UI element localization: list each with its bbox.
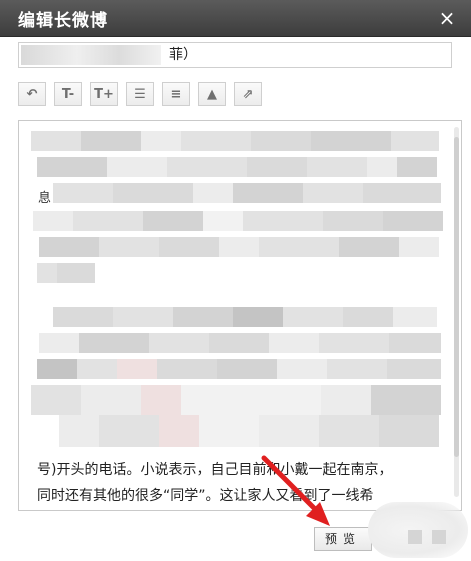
image-icon: ▲: [207, 86, 217, 102]
editor-scrollbar[interactable]: [454, 127, 459, 497]
redacted-button-fragment: [408, 530, 422, 544]
dialog-title: 编辑长微博: [18, 11, 108, 31]
redacted-button-fragment: [432, 530, 446, 544]
redacted-line: [39, 333, 441, 353]
content-editor[interactable]: 息 号)开头的电话。小说表示，自己目前和小戴一起在南京， 同时还有其他的很多“同…: [18, 120, 462, 511]
redacted-line: [33, 211, 443, 231]
share-button[interactable]: ⇗: [234, 82, 262, 106]
dialog-titlebar: 编辑长微博 ×: [0, 0, 471, 37]
align-icon: ≡: [170, 86, 182, 102]
font-increase-button[interactable]: T+: [90, 82, 118, 106]
editor-toolbar: ↶ T- T+ ☰ ≡ ▲ ⇗: [18, 82, 262, 108]
font-increase-icon: T+: [94, 86, 114, 102]
font-decrease-icon: T-: [61, 86, 75, 102]
redacted-line: [31, 131, 439, 151]
redacted-line: [53, 307, 437, 327]
close-button[interactable]: ×: [435, 6, 459, 30]
align-button[interactable]: ≡: [162, 82, 190, 106]
redacted-buttons: [368, 502, 468, 558]
redacted-title-text: [21, 45, 161, 65]
bullet-list-icon: ☰: [134, 86, 146, 102]
bullet-list-button[interactable]: ☰: [126, 82, 154, 106]
editor-text-line: 号)开头的电话。小说表示，自己目前和小戴一起在南京，: [37, 462, 393, 478]
font-decrease-button[interactable]: T-: [54, 82, 82, 106]
title-input[interactable]: 菲）: [18, 42, 452, 68]
scrollbar-thumb[interactable]: [454, 137, 459, 457]
redacted-line: [31, 385, 441, 415]
insert-image-button[interactable]: ▲: [198, 82, 226, 106]
redacted-line: [37, 263, 95, 283]
undo-icon: ↶: [26, 86, 38, 102]
partial-text-char: 息: [38, 191, 52, 206]
redacted-line: [37, 157, 437, 177]
redacted-line: [39, 237, 439, 257]
redacted-line: [59, 415, 439, 447]
title-input-visible-text: 菲）: [169, 47, 197, 63]
share-icon: ⇗: [242, 86, 254, 102]
redacted-line: [53, 183, 441, 203]
preview-button[interactable]: 预览: [314, 527, 372, 551]
undo-button[interactable]: ↶: [18, 82, 46, 106]
redacted-line: [37, 359, 441, 379]
